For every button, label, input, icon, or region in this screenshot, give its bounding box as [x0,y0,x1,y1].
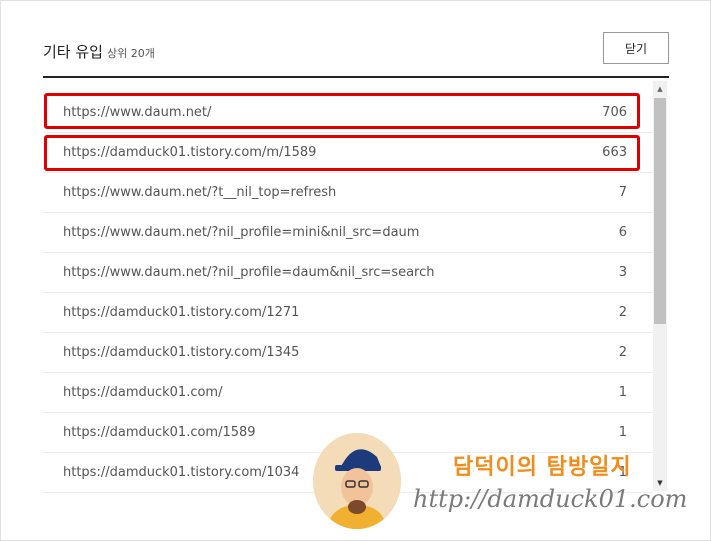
row-url: https://damduck01.tistory.com/1345 [63,345,300,360]
scrollbar[interactable]: ▲ ▼ [653,81,667,491]
row-count: 1 [618,425,627,440]
title-text: 기타 유입 [43,43,103,61]
row-count: 7 [618,185,627,200]
scroll-thumb[interactable] [654,98,666,324]
close-button[interactable]: 닫기 [603,32,669,64]
panel-title: 기타 유입 상위 20개 [43,41,155,62]
panel-header: 기타 유입 상위 20개 닫기 [43,31,669,78]
list-item[interactable]: https://www.daum.net/?t__nil_top=refresh… [43,173,653,213]
row-url: https://www.daum.net/?nil_profile=daum&n… [63,265,435,280]
highlight-box-row-1 [44,93,640,129]
row-url: https://damduck01.tistory.com/1271 [63,305,300,320]
scroll-up-arrow-icon[interactable]: ▲ [653,81,667,97]
row-url: https://www.daum.net/?nil_profile=mini&n… [63,225,420,240]
watermark-avatar [313,433,401,529]
watermark-title: 담덕이의 탐방일지 [453,455,632,480]
row-url: https://damduck01.tistory.com/1034 [63,465,300,480]
row-url: https://damduck01.com/ [63,385,223,400]
list-item[interactable]: https://damduck01.tistory.com/1345 2 [43,333,653,373]
row-count: 6 [618,225,627,240]
list-item[interactable]: https://www.daum.net/?nil_profile=daum&n… [43,253,653,293]
highlight-box-row-2 [44,135,640,171]
watermark-url: http://damduck01.com [413,485,688,513]
title-subtitle: 상위 20개 [106,47,155,60]
list-item[interactable]: https://damduck01.tistory.com/1271 2 [43,293,653,333]
row-count: 2 [618,345,627,360]
inflow-panel: 기타 유입 상위 20개 닫기 https://www.daum.net/706 … [0,0,711,541]
list-item[interactable]: https://damduck01.com/1 [43,373,653,413]
row-url: https://damduck01.com/1589 [63,425,256,440]
row-count: 2 [618,305,627,320]
row-url: https://www.daum.net/?t__nil_top=refresh [63,185,337,200]
row-count: 1 [618,385,627,400]
list-item[interactable]: https://www.daum.net/?nil_profile=mini&n… [43,213,653,253]
row-count: 3 [618,265,627,280]
